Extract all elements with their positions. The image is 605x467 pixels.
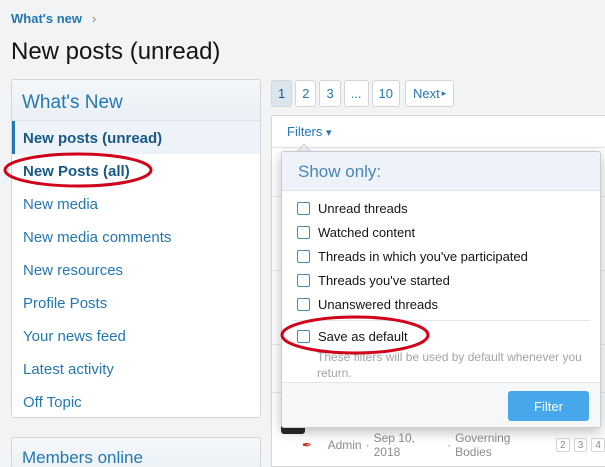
sidebar-item-new-posts-unread[interactable]: New posts (unread) [12,121,260,154]
tag-icon: ✒ [302,438,313,452]
next-label: Next [413,86,440,101]
filters-toggle[interactable]: Filters ▾ [272,116,605,148]
filter-option-unanswered[interactable]: Unanswered threads [282,292,600,316]
filters-label: Filters [287,124,323,139]
divider [292,320,590,321]
thread-author[interactable]: Admin [328,438,362,452]
thread-meta: ✒ Admin · Sep 10, 2018 · Governing Bodie… [302,431,605,459]
option-label: Watched content [318,224,416,240]
participated-checkbox[interactable] [297,249,310,263]
thread-page-link[interactable]: 3 [573,438,588,452]
option-label: Save as default [318,328,408,344]
unanswered-checkbox[interactable] [297,297,310,311]
filter-option-participated[interactable]: Threads in which you've participated [282,244,600,268]
option-label: Unread threads [318,200,408,216]
filter-option-unread[interactable]: Unread threads [282,196,600,220]
watched-content-checkbox[interactable] [297,225,310,239]
sidebar-item-profile-posts[interactable]: Profile Posts [12,286,260,319]
sidebar-item-new-media-comments[interactable]: New media comments [12,220,260,253]
filter-option-watched[interactable]: Watched content [282,220,600,244]
page-1-button[interactable]: 1 [271,80,293,107]
save-default-hint: These filters will be used by default wh… [317,350,582,380]
members-online-block: Members online [11,437,261,467]
page-title: New posts (unread) [11,38,221,65]
filter-option-started[interactable]: Threads you've started [282,268,600,292]
option-label: Unanswered threads [318,296,438,312]
sidebar-item-new-resources[interactable]: New resources [12,253,260,286]
members-online-heading[interactable]: Members online [12,438,260,467]
unread-threads-checkbox[interactable] [297,201,310,215]
sidebar-item-off-topic[interactable]: Off Topic [12,385,260,417]
thread-forum[interactable]: Governing Bodies [455,431,548,459]
filter-menu: Show only: Unread threads Watched conten… [281,151,601,428]
caret-right-icon: ▸ [441,88,447,98]
page-10-button[interactable]: 10 [371,80,401,107]
started-checkbox[interactable] [297,273,310,287]
pagination: 1 2 3 ... 10 Next ▸ [271,80,455,107]
option-label: Threads in which you've participated [318,248,528,264]
save-default-checkbox[interactable] [297,329,310,343]
sidebar-item-latest-activity[interactable]: Latest activity [12,352,260,385]
thread-date[interactable]: Sep 10, 2018 [374,431,444,459]
filter-submit-button[interactable]: Filter [508,391,589,421]
page-3-button[interactable]: 3 [319,80,341,107]
chevron-right-icon: › [92,11,97,26]
caret-down-icon: ▾ [326,127,332,139]
sidebar-item-new-posts-all[interactable]: New Posts (all) [12,154,260,187]
save-as-default-option[interactable]: Save as default [282,324,600,348]
sidebar-item-news-feed[interactable]: Your news feed [12,319,260,352]
page-2-button[interactable]: 2 [295,80,317,107]
thread-page-link[interactable]: 2 [555,438,570,452]
page-ellipsis-button[interactable]: ... [343,80,369,107]
meta-separator: · [447,438,452,452]
filter-menu-footer: Filter [282,382,600,427]
filter-menu-heading: Show only: [282,152,600,191]
next-page-button[interactable]: Next ▸ [405,80,455,107]
breadcrumb[interactable]: What's new › [11,11,96,26]
thread-page-link[interactable]: 4 [591,438,605,452]
breadcrumb-whats-new[interactable]: What's new [11,11,82,26]
sidebar-heading: What's New [12,80,260,121]
option-label: Threads you've started [318,272,450,288]
whats-new-sidebar: What's New New posts (unread) New Posts … [11,79,261,418]
meta-separator: · [365,438,370,452]
sidebar-item-new-media[interactable]: New media [12,187,260,220]
